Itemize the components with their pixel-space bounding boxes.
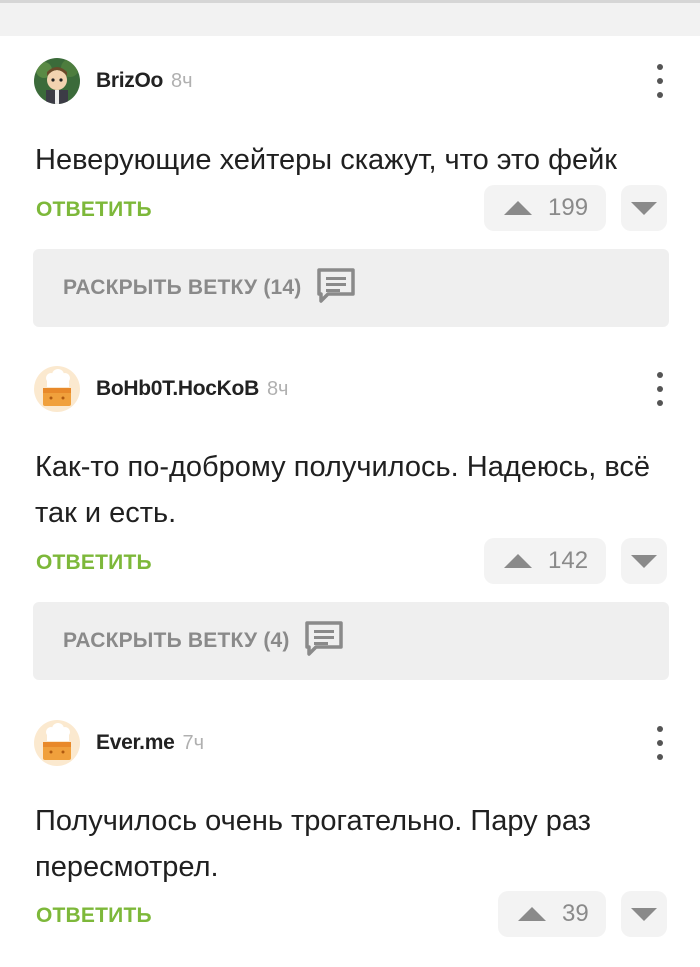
username[interactable]: BoHb0T.HocKoB: [96, 377, 259, 401]
avatar[interactable]: [34, 58, 80, 104]
previous-content-strip: [0, 0, 700, 36]
reply-button[interactable]: ОТВЕТИТЬ: [36, 904, 152, 928]
rating-count: 142: [548, 547, 589, 574]
upvote-button[interactable]: 199: [484, 185, 606, 231]
upvote-button[interactable]: 142: [484, 538, 606, 584]
downvote-button[interactable]: [621, 538, 667, 584]
expand-thread-button[interactable]: РАСКРЫТЬ ВЕТКУ (4): [33, 602, 669, 680]
timestamp: 8ч: [171, 69, 193, 92]
comment-header: BrizOo 8ч: [34, 57, 193, 105]
rating-count: 199: [548, 194, 589, 221]
downvote-button[interactable]: [621, 891, 667, 937]
downvote-button[interactable]: [621, 185, 667, 231]
timestamp: 7ч: [182, 731, 205, 754]
comment-text: Как-то по-доброму получилось. Надеюсь, в…: [35, 451, 651, 529]
default-cake-avatar-icon: [34, 366, 80, 412]
arrow-up-icon: [504, 201, 532, 215]
expand-thread-label: РАСКРЫТЬ ВЕТКУ (14): [63, 276, 302, 299]
more-options-icon[interactable]: [654, 64, 666, 98]
avatar[interactable]: [34, 366, 80, 412]
arrow-down-icon: [631, 201, 657, 215]
arrow-up-icon: [518, 907, 546, 921]
username[interactable]: BrizOo: [96, 69, 163, 93]
comment-text: Получилось очень трогательно. Пару раз п…: [35, 805, 591, 883]
arrow-down-icon: [631, 907, 657, 921]
message-icon: [304, 620, 344, 663]
more-options-icon[interactable]: [654, 372, 666, 406]
more-options-icon[interactable]: [654, 726, 666, 760]
arrow-down-icon: [631, 554, 657, 568]
avatar[interactable]: [34, 720, 80, 766]
comment-header: BoHb0T.HocKoB 8ч: [34, 365, 288, 413]
expand-thread-button[interactable]: РАСКРЫТЬ ВЕТКУ (14): [33, 249, 669, 327]
timestamp: 8ч: [266, 377, 289, 400]
comment-header: Ever.me 7ч: [34, 719, 204, 767]
arrow-up-icon: [504, 554, 532, 568]
message-icon: [316, 267, 356, 310]
username[interactable]: Ever.me: [96, 731, 175, 755]
expand-thread-label: РАСКРЫТЬ ВЕТКУ (4): [63, 629, 290, 652]
upvote-button[interactable]: 39: [498, 891, 606, 937]
cartoon-avatar-icon: [34, 58, 80, 104]
rating-count: 39: [562, 900, 589, 927]
comment-text: Неверующие хейтеры скажут, что это фейк: [35, 144, 617, 176]
default-cake-avatar-icon: [34, 720, 80, 766]
reply-button[interactable]: ОТВЕТИТЬ: [36, 198, 152, 222]
reply-button[interactable]: ОТВЕТИТЬ: [36, 551, 152, 575]
